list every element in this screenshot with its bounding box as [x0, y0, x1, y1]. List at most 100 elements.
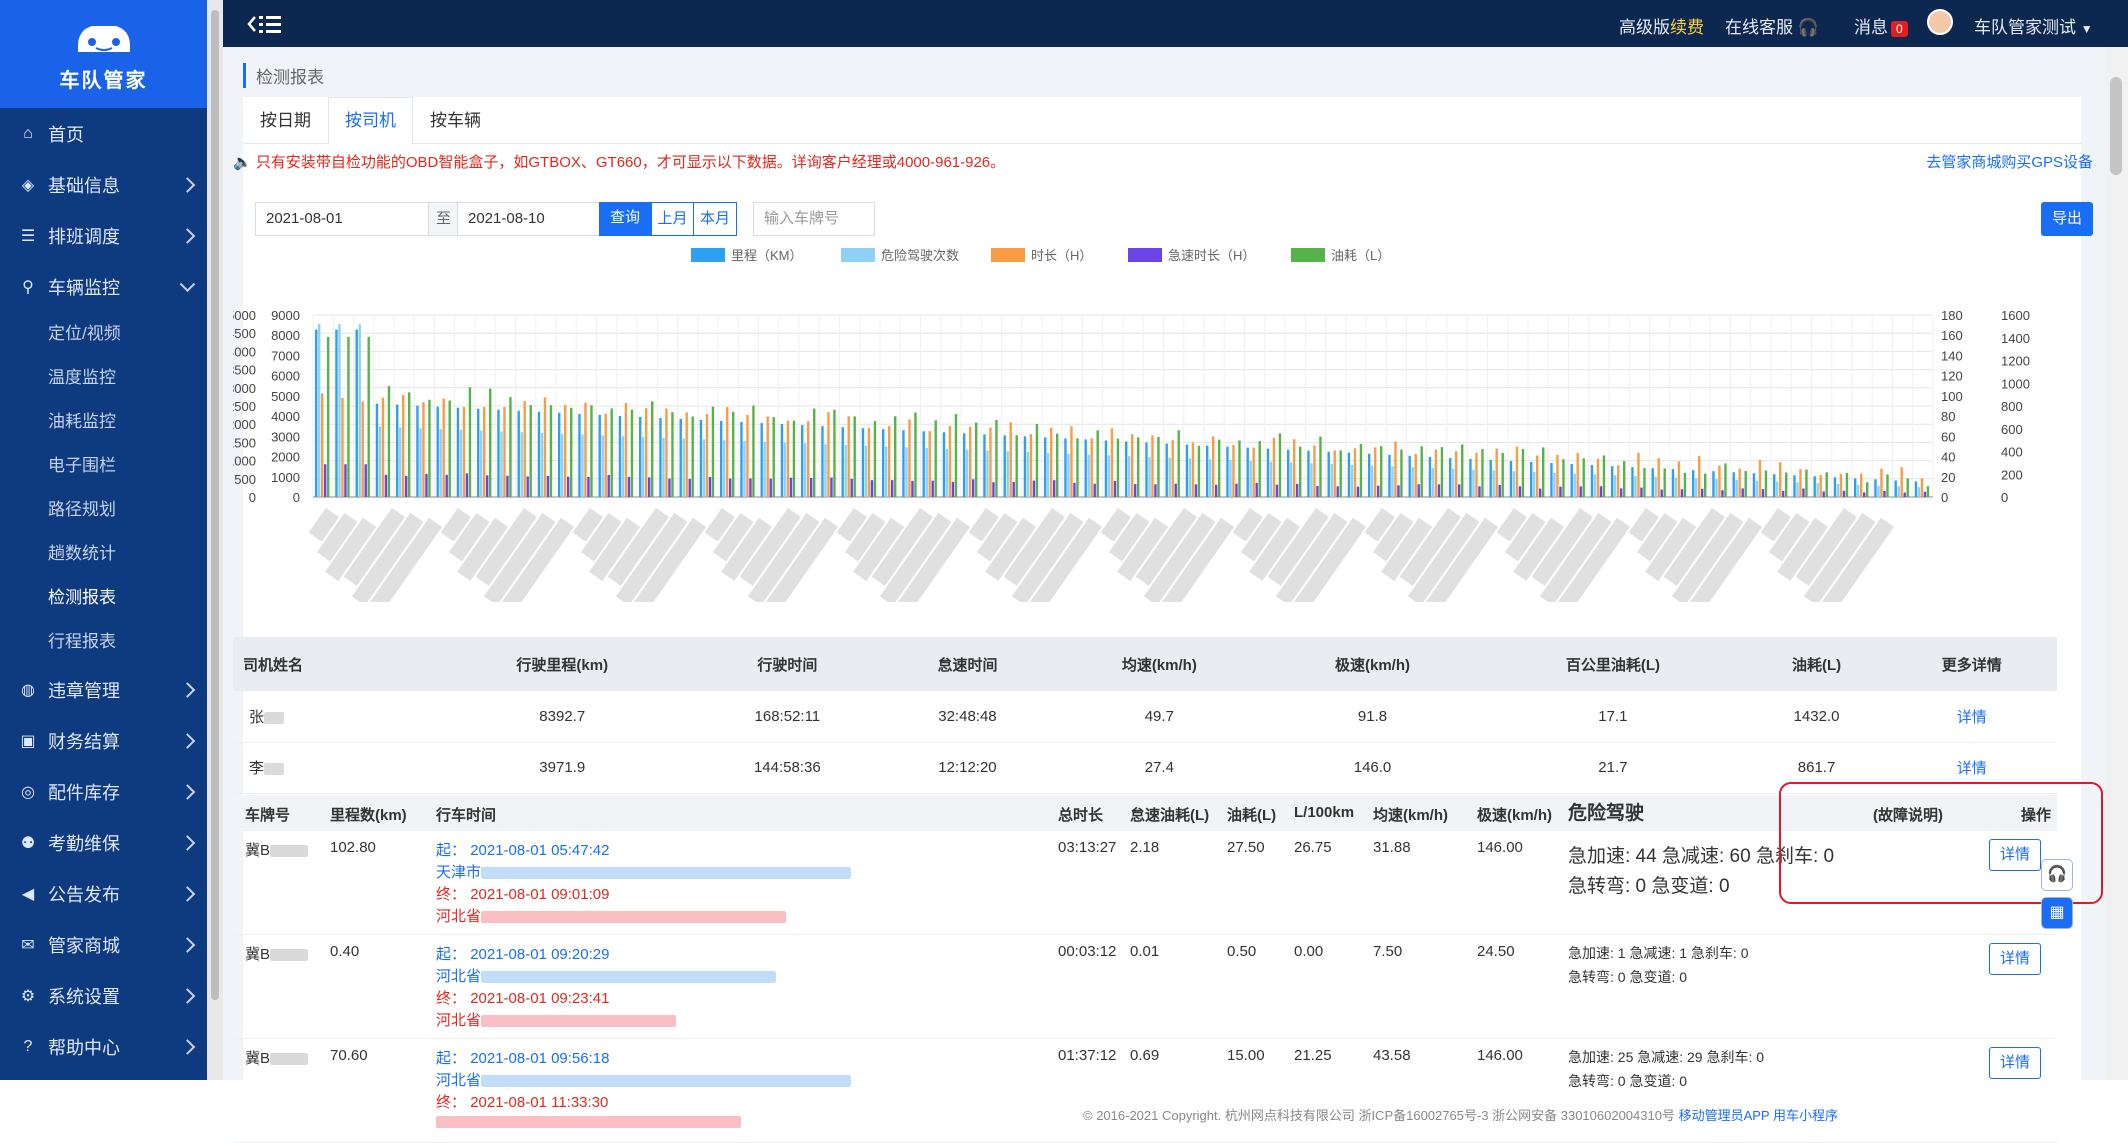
chart-bar	[1258, 441, 1261, 497]
plate-input[interactable]: 输入车牌号	[753, 202, 875, 236]
chart-bar	[1006, 451, 1009, 497]
sidebar-item-11[interactable]: ? 帮助中心	[0, 1021, 207, 1072]
tab-by-vehicle[interactable]: 按车辆	[413, 97, 498, 143]
sidebar-item-1[interactable]: ◈ 基础信息	[0, 159, 207, 210]
last-month-button[interactable]: 上月	[651, 202, 694, 236]
tab-by-driver[interactable]: 按司机	[328, 97, 413, 145]
messages[interactable]: 消息 0	[1854, 13, 1908, 38]
chart-bar	[1515, 446, 1519, 497]
chart-bar	[1391, 466, 1394, 497]
sidebar-item-8[interactable]: ◀ 公告发布	[0, 868, 207, 919]
legend-label: 危险驾驶次数	[881, 248, 959, 263]
yr-tick-label: 20	[1941, 470, 1955, 485]
sidebar-item-7[interactable]: ⚉ 考勤维保	[0, 817, 207, 868]
sidebar-scrollbar[interactable]	[207, 0, 223, 1080]
trip-start-time: 2021-08-01 09:20:29	[470, 946, 610, 963]
chart-bar	[789, 477, 793, 497]
chevron-right-icon	[179, 732, 196, 749]
chart-bar	[1226, 446, 1229, 497]
this-month-button[interactable]: 本月	[693, 202, 737, 236]
chart-bar	[951, 481, 955, 497]
chart-bar	[396, 404, 399, 497]
chart-bar	[1165, 443, 1168, 497]
chart-bar	[708, 477, 712, 497]
online-service[interactable]: 在线客服 🎧	[1725, 13, 1819, 38]
trip-danger-line2: 急转弯: 0 急变道: 0	[1568, 876, 1730, 897]
export-button[interactable]: 导出	[2041, 202, 2093, 236]
message-count-badge: 0	[1891, 21, 1908, 37]
chart-bar	[587, 476, 590, 497]
chart-bar	[813, 408, 816, 497]
sidebar-item-5[interactable]: ▣ 财务结算	[0, 715, 207, 766]
chart-bar	[1634, 475, 1637, 497]
chart-bar	[1310, 463, 1313, 497]
footer-app-link[interactable]: 移动管理员APP	[1679, 1108, 1770, 1123]
sidebar-item-10[interactable]: ⚙ 系统设置	[0, 970, 207, 1021]
chart-bar	[1269, 461, 1273, 497]
tab-by-date[interactable]: 按日期	[243, 97, 328, 143]
target-icon: ◎	[21, 783, 35, 801]
buy-gps-link[interactable]: 去管家商城购买GPS设备	[1926, 151, 2093, 172]
summary-cell-name: 张	[249, 708, 265, 726]
sidebar-subitem-5[interactable]: 趟数统计	[0, 532, 207, 576]
date-to-input[interactable]: 2021-08-10	[457, 202, 612, 236]
chart-bar	[1623, 461, 1626, 497]
chart-bar	[1501, 452, 1504, 497]
chevron-right-icon	[179, 885, 196, 902]
sidebar-subitem-2[interactable]: 油耗监控	[0, 400, 207, 444]
sidebar-item-3[interactable]: ⚲ 车辆监控	[0, 261, 207, 312]
sidebar-item-4[interactable]: ◍ 违章管理	[0, 664, 207, 715]
sidebar-item-6[interactable]: ◎ 配件库存	[0, 766, 207, 817]
sidebar-item-2[interactable]: ☰ 排班调度	[0, 210, 207, 261]
trip-detail-button[interactable]: 详情	[1989, 943, 2041, 975]
brand-logo[interactable]: 车队管家	[0, 0, 207, 108]
chart-bar	[483, 406, 486, 497]
sidebar-subitem-4[interactable]: 路径规划	[0, 488, 207, 532]
chart-bar	[1420, 446, 1423, 497]
chart-bar	[1721, 490, 1724, 497]
trip-danger-line1: 急加速: 1 急减速: 1 急刹车: 0	[1568, 945, 1749, 961]
chart-bar	[954, 414, 958, 497]
sidebar-subitem-1[interactable]: 温度监控	[0, 356, 207, 400]
chart-bar	[358, 324, 361, 497]
yr2-tick-label: 1000	[2001, 376, 2030, 391]
sidebar-item-9[interactable]: ✉ 管家商城	[0, 919, 207, 970]
detail-link[interactable]: 详情	[1957, 709, 1987, 726]
sidebar-item-0[interactable]: ⌂ 首页	[0, 108, 207, 159]
page-scrollbar[interactable]	[2105, 47, 2128, 1080]
float-apps-icon[interactable]: ▦	[2041, 897, 2073, 929]
chart-bar	[780, 424, 784, 497]
query-button[interactable]: 查询	[599, 202, 651, 236]
sidebar-subitem-7[interactable]: 行程报表	[0, 620, 207, 664]
yr2-tick-label: 0	[2001, 490, 2008, 505]
sidebar-subitem-0[interactable]: 定位/视频	[0, 312, 207, 356]
trip-end-place	[436, 1113, 741, 1130]
user-menu[interactable]: 车队管家测试 ▼	[1974, 13, 2093, 38]
chart-bar	[425, 473, 428, 497]
chart-bar	[1683, 472, 1687, 497]
menu-toggle-icon[interactable]	[247, 13, 283, 35]
chart-bar	[1886, 474, 1889, 497]
chart-bar	[1434, 449, 1438, 497]
chart-bar	[1481, 448, 1484, 497]
breadcrumb: 检测报表	[243, 63, 324, 88]
sidebar-item-label: 管家商城	[48, 935, 120, 956]
chart-bar	[639, 416, 642, 497]
brand-name: 车队管家	[59, 69, 148, 92]
trip-detail-button[interactable]: 详情	[1989, 1047, 2041, 1079]
chart-bar	[1168, 457, 1171, 497]
date-from-input[interactable]: 2021-08-01	[255, 202, 429, 236]
chart-bar	[436, 406, 439, 497]
chart-bar	[665, 408, 668, 497]
avatar[interactable]	[1927, 9, 1953, 35]
sidebar-subitem-3[interactable]: 电子围栏	[0, 444, 207, 488]
chart-bar	[783, 442, 787, 497]
y-tick-label: 1500	[233, 435, 256, 450]
edition-renew[interactable]: 高级版续费	[1619, 13, 1704, 38]
sidebar-subitem-6[interactable]: 检测报表	[0, 576, 207, 620]
renew-link[interactable]: 续费	[1670, 18, 1704, 37]
footer-miniapp-link[interactable]: 用车小程序	[1773, 1108, 1838, 1123]
chart-bar	[1411, 467, 1414, 497]
detail-link[interactable]: 详情	[1957, 760, 1987, 777]
float-service-icon[interactable]: 🎧	[2041, 859, 2073, 891]
